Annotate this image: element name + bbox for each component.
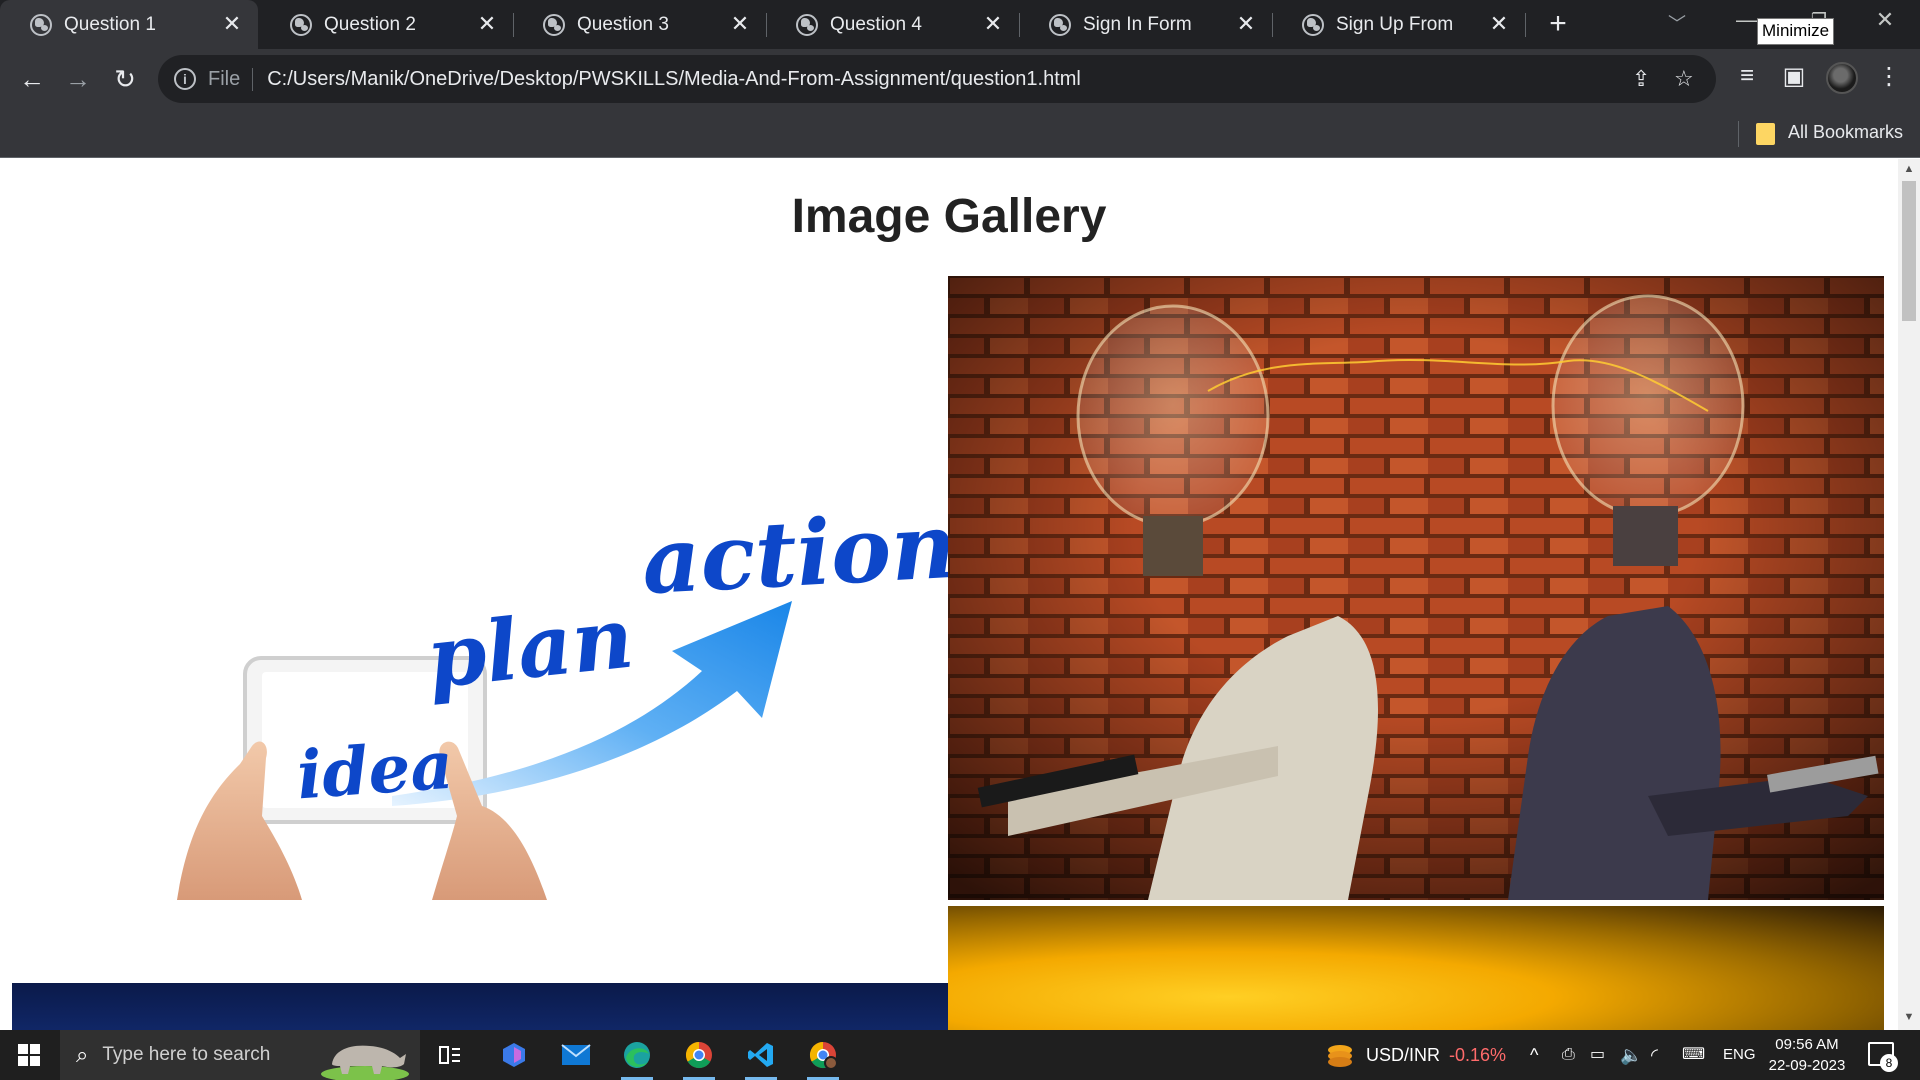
page-title: Image Gallery xyxy=(791,190,1107,243)
profile-avatar[interactable] xyxy=(1826,62,1858,94)
tab-title: Question 3 xyxy=(577,13,669,35)
forward-arrow-icon[interactable]: → xyxy=(61,62,95,96)
tab-strip: Question 1 ✕ Question 2 ✕ Question 3 ✕ Q… xyxy=(0,0,1920,49)
globe-icon xyxy=(543,13,565,36)
close-icon[interactable]: ✕ xyxy=(728,12,752,36)
close-icon[interactable]: ✕ xyxy=(1234,12,1258,36)
scrollbar-thumb[interactable] xyxy=(1902,181,1916,321)
chrome-profile-icon[interactable] xyxy=(803,1038,843,1080)
info-icon[interactable]: i xyxy=(174,68,196,90)
windows-start-icon[interactable] xyxy=(18,1044,40,1066)
tab-title: Sign In Form xyxy=(1083,13,1192,35)
close-icon[interactable]: ✕ xyxy=(1487,12,1511,36)
page-scrollbar[interactable]: ▲ ▼ xyxy=(1898,159,1920,1030)
gallery-image-lightbulb-heads xyxy=(948,276,1884,900)
url-text[interactable]: C:/Users/Manik/OneDrive/Desktop/PWSKILLS… xyxy=(267,68,1081,91)
meet-now-icon[interactable]: ⎙ xyxy=(1562,1030,1575,1080)
ticker-label[interactable]: USD/INR xyxy=(1366,1030,1440,1080)
notification-count-badge: 8 xyxy=(1880,1054,1898,1072)
copilot-icon[interactable] xyxy=(494,1038,534,1072)
edge-icon[interactable] xyxy=(617,1038,657,1080)
tray-chevron-up-icon[interactable]: ^ xyxy=(1530,1030,1538,1080)
battery-icon[interactable]: ▭ xyxy=(1590,1030,1605,1080)
gallery-image-idea-plan-action: idea plan action xyxy=(12,276,948,900)
language-indicator[interactable]: ENG xyxy=(1723,1030,1756,1080)
minimize-tooltip: Minimize xyxy=(1757,18,1835,45)
taskbar-clock[interactable]: 09:56 AM 22-09-2023 xyxy=(1762,1034,1852,1076)
tab-sign-in-form[interactable]: Sign In Form ✕ xyxy=(1019,0,1273,49)
bookmarks-bar: All Bookmarks xyxy=(0,108,1920,158)
tab-title: Question 2 xyxy=(324,13,416,35)
tab-question-1[interactable]: Question 1 ✕ xyxy=(0,0,258,49)
globe-icon xyxy=(290,13,312,36)
tab-question-3[interactable]: Question 3 ✕ xyxy=(513,0,767,49)
task-view-icon[interactable] xyxy=(430,1038,470,1072)
ticker-change: -0.16% xyxy=(1449,1045,1507,1065)
wifi-icon[interactable]: ◜ xyxy=(1651,1030,1658,1080)
scroll-down-arrow-icon[interactable]: ▼ xyxy=(1898,1011,1920,1023)
reading-list-icon[interactable]: ≡ xyxy=(1730,62,1764,90)
globe-icon xyxy=(1049,13,1071,36)
address-bar[interactable]: i File C:/Users/Manik/OneDrive/Desktop/P… xyxy=(158,55,1716,103)
chevron-down-icon[interactable]: ﹀ xyxy=(1668,10,1686,36)
lightbulb-heads-illustration xyxy=(948,276,1884,900)
tab-sign-up-from[interactable]: Sign Up From ✕ xyxy=(1272,0,1526,49)
tab-separator xyxy=(1525,13,1526,37)
gallery-image-yellow-glow xyxy=(948,906,1884,1030)
clock-time: 09:56 AM xyxy=(1775,1036,1839,1053)
reload-icon[interactable]: ↻ xyxy=(108,62,142,96)
currency-widget-icon[interactable] xyxy=(1326,1030,1354,1080)
volume-icon[interactable]: 🔈 xyxy=(1620,1030,1642,1080)
taskbar-search-placeholder: Type here to search xyxy=(102,1044,271,1065)
chrome-icon[interactable] xyxy=(679,1038,719,1080)
scroll-up-arrow-icon[interactable]: ▲ xyxy=(1898,163,1920,175)
windows-taskbar: ⌕ Type here to search USD/INR -0.16% ^ ⎙… xyxy=(0,1030,1920,1080)
menu-kebab-icon[interactable]: ⋮ xyxy=(1872,62,1906,91)
action-word: action xyxy=(639,492,948,616)
share-icon[interactable]: ⇪ xyxy=(1632,66,1650,92)
rhino-search-highlight-icon xyxy=(321,1045,409,1080)
scheme-chip[interactable]: File xyxy=(208,67,254,91)
browser-toolbar: ← → ↻ i File C:/Users/Manik/OneDrive/Des… xyxy=(0,49,1920,108)
tab-question-4[interactable]: Question 4 ✕ xyxy=(766,0,1020,49)
close-icon[interactable]: ✕ xyxy=(220,12,244,36)
globe-icon xyxy=(30,13,52,36)
close-icon[interactable]: ✕ xyxy=(475,12,499,36)
side-panel-icon[interactable]: ▣ xyxy=(1777,62,1811,91)
bookmark-star-icon[interactable]: ☆ xyxy=(1674,66,1694,92)
all-bookmarks-button[interactable]: All Bookmarks xyxy=(1788,122,1903,143)
tab-title: Question 1 xyxy=(64,13,156,35)
search-icon: ⌕ xyxy=(76,1042,89,1067)
vscode-icon[interactable] xyxy=(741,1038,781,1080)
folder-icon[interactable] xyxy=(1756,123,1775,145)
idea-word: idea xyxy=(294,725,456,815)
page-viewport: Image Gallery idea plan action xyxy=(0,159,1898,1030)
new-tab-button[interactable]: + xyxy=(1540,9,1576,41)
window-close-button[interactable]: ✕ xyxy=(1854,0,1916,40)
globe-icon xyxy=(1302,13,1324,36)
bookmarks-separator xyxy=(1738,121,1739,147)
clock-date: 22-09-2023 xyxy=(1768,1057,1846,1074)
tab-question-2[interactable]: Question 2 ✕ xyxy=(260,0,514,49)
mail-icon[interactable] xyxy=(556,1038,596,1072)
back-arrow-icon[interactable]: ← xyxy=(15,62,49,96)
tab-title: Sign Up From xyxy=(1336,13,1454,35)
globe-icon xyxy=(796,13,818,36)
keyboard-icon[interactable]: ⌨ xyxy=(1682,1030,1705,1080)
tab-title: Question 4 xyxy=(830,13,922,35)
close-icon[interactable]: ✕ xyxy=(981,12,1005,36)
gallery-image-blue-screen xyxy=(12,983,948,1030)
